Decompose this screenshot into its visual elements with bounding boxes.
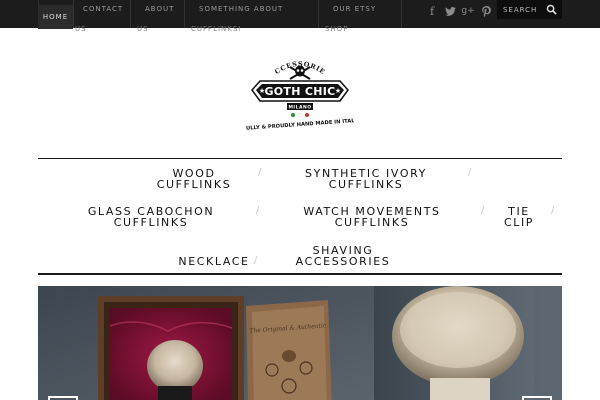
menu-necklace[interactable]: NECKLACE (177, 256, 251, 267)
logo-tagline: FULLY & PROUDLY HAND MADE IN ITALY (246, 118, 354, 132)
menu-glass-cabochon-cufflinks[interactable]: GLASS CABOCHON CUFFLINKS (86, 206, 216, 228)
menu-separator: / (551, 205, 555, 216)
divider (401, 0, 402, 28)
menu-label: CUFFLINKS (113, 216, 189, 229)
menu-label: CLIP (503, 216, 535, 229)
menu-label: CUFFLINKS (156, 178, 232, 191)
menu-bottom-rule (38, 273, 562, 275)
hero-slider[interactable]: The Original & Authentic (38, 286, 562, 400)
divider (130, 0, 131, 28)
nav-label: OUR ETSY (333, 5, 377, 13)
svg-text:★: ★ (259, 87, 265, 95)
facebook-icon[interactable]: f (425, 3, 439, 19)
box-lid: The Original & Authentic (246, 300, 332, 400)
menu-label: CUFFLINKS (328, 178, 404, 191)
nav-something-about-cufflinks[interactable]: SOMETHING ABOUT CUFFLINKS! (191, 0, 284, 33)
menu-label: NECKLACE (178, 255, 250, 268)
nav-label: CONTACT (83, 5, 124, 13)
nav-home[interactable]: HOME (38, 5, 73, 29)
menu-top-rule (38, 158, 562, 159)
nav-label: ABOUT (145, 5, 175, 13)
nav-label: SOMETHING ABOUT (199, 5, 284, 13)
divider (73, 0, 74, 28)
pinterest-icon[interactable] (479, 3, 493, 19)
menu-separator: / (481, 205, 485, 216)
menu-label: CUFFLINKS (334, 216, 410, 229)
slider-next-button[interactable] (522, 396, 552, 400)
svg-text:★: ★ (335, 87, 341, 95)
menu-wood-cufflinks[interactable]: WOOD CUFFLINKS (156, 168, 232, 190)
twitter-icon[interactable] (443, 3, 457, 19)
menu-separator: / (468, 167, 472, 178)
nav-our-etsy-shop[interactable]: OUR ETSY SHOP (325, 0, 377, 33)
search-box (497, 0, 562, 19)
menu-watch-movements-cufflinks[interactable]: WATCH MOVEMENTS CUFFLINKS (302, 206, 442, 228)
menu-shaving-accessories[interactable]: SHAVING ACCESSORIES (294, 245, 392, 267)
menu-label: ACCESSORIES (295, 255, 391, 268)
search-input[interactable] (503, 2, 545, 17)
divider (318, 0, 319, 28)
nav-label: SHOP (325, 25, 349, 33)
slider-prev-button[interactable] (48, 396, 78, 400)
divider (184, 0, 185, 28)
nav-label: US (137, 25, 149, 33)
top-bar: HOME CONTACT US ABOUT US SOMETHING ABOUT… (0, 0, 600, 33)
goth-chic-logo[interactable]: ACCESSORIES GOTH CHIC ★ ★ MILANO FULLY &… (242, 48, 358, 134)
shaving-set-box (98, 296, 244, 400)
svg-text:ACCESSORIES: ACCESSORIES (246, 54, 327, 76)
logo-accessories-text: ACCESSORIES (242, 48, 326, 76)
italy-flag-icon (291, 112, 309, 118)
search-icon[interactable] (546, 4, 557, 15)
nav-label: CUFFLINKS! (191, 25, 243, 33)
menu-synthetic-ivory-cufflinks[interactable]: SYNTHETIC IVORY CUFFLINKS (303, 168, 429, 190)
nav-label: US (75, 25, 87, 33)
menu-separator: / (254, 255, 258, 266)
logo-city: MILANO (288, 105, 311, 111)
logo-graphic: ACCESSORIES GOTH CHIC ★ ★ MILANO FULLY &… (242, 48, 358, 132)
logo-brand-name: GOTH CHIC (264, 85, 335, 98)
nav-contact-us[interactable]: CONTACT US (75, 0, 124, 33)
nav-about-us[interactable]: ABOUT US (137, 0, 175, 33)
google-plus-icon[interactable]: g+ (461, 3, 475, 19)
menu-separator: / (256, 205, 260, 216)
hero-image: The Original & Authentic (38, 286, 562, 400)
menu-separator: / (258, 167, 262, 178)
menu-tie-clip[interactable]: TIE CLIP (502, 206, 536, 228)
